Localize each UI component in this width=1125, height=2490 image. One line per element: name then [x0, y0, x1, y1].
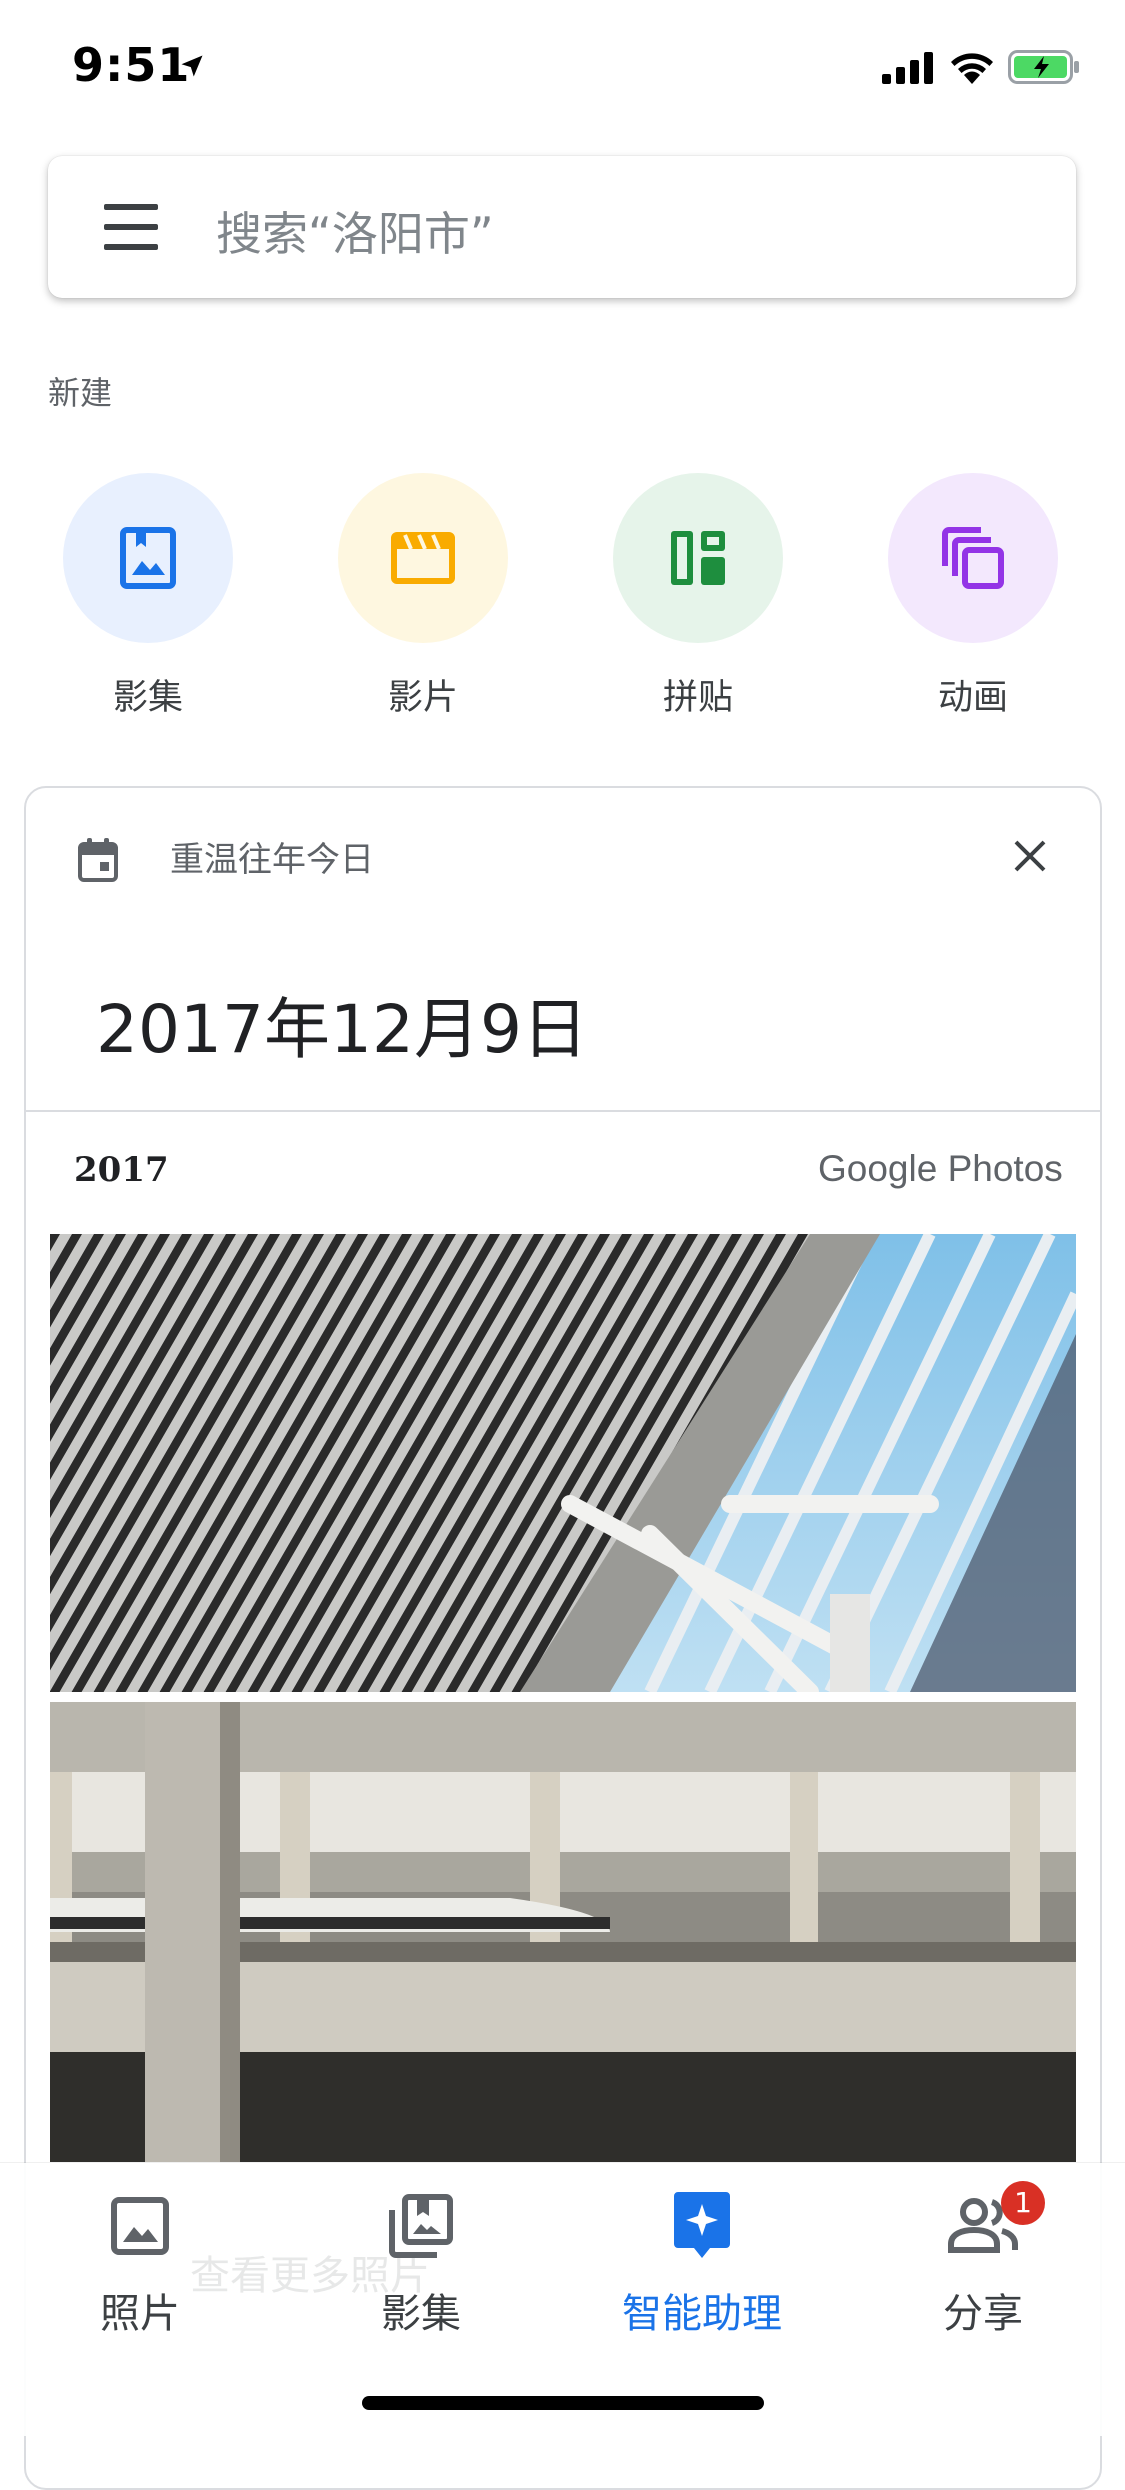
cellular-signal-icon — [882, 52, 933, 84]
train-platform-image — [50, 1702, 1076, 2162]
nav-photos-label: 照片 — [100, 2291, 180, 2337]
card-divider — [26, 1110, 1100, 1112]
albums-icon — [389, 2194, 453, 2258]
animation-icon-circle — [888, 473, 1058, 643]
collage-icon — [671, 531, 725, 585]
nav-albums-label: 影集 — [381, 2291, 461, 2337]
movie-icon — [391, 532, 455, 584]
nav-albums[interactable]: 影集 — [311, 2189, 531, 2339]
google-photos-logo: Google Photos — [818, 1148, 1063, 1189]
create-collage-label: 拼贴 — [662, 678, 733, 718]
wifi-icon — [951, 53, 993, 84]
battery-charging-icon — [1008, 50, 1079, 84]
new-section-heading: 新建 — [48, 374, 113, 412]
create-album-label: 影集 — [112, 678, 183, 718]
nav-sharing-label: 分享 — [943, 2291, 1023, 2337]
create-animation-label: 动画 — [937, 678, 1008, 718]
collage-icon-circle — [613, 473, 783, 643]
nav-assistant-label: 智能助理 — [622, 2291, 782, 2337]
nav-photos[interactable]: 照片 — [30, 2189, 250, 2339]
photo-icon — [111, 2197, 169, 2255]
memory-label: 重温往年今日 — [170, 840, 374, 880]
create-animation-button[interactable]: 动画 — [888, 473, 1058, 720]
search-input[interactable]: 搜索“洛阳市” — [216, 198, 494, 264]
status-time: 9:51 — [72, 38, 191, 92]
album-icon — [120, 527, 176, 589]
create-album-button[interactable]: 影集 — [63, 473, 233, 720]
memory-date: 2017年12月9日 — [96, 991, 588, 1068]
nav-photos-icon-wrap — [30, 2189, 250, 2263]
home-indicator[interactable] — [362, 2396, 764, 2410]
create-movie-label: 影片 — [387, 678, 458, 718]
nav-assistant-icon-wrap — [592, 2189, 812, 2263]
assistant-icon — [674, 2192, 730, 2258]
nav-albums-icon-wrap — [311, 2189, 531, 2263]
calendar-icon — [78, 838, 118, 882]
notification-badge: 1 — [1001, 2181, 1045, 2225]
create-collage-button[interactable]: 拼贴 — [613, 473, 783, 720]
close-icon[interactable] — [1012, 838, 1048, 874]
location-arrow-icon — [181, 55, 203, 77]
search-bar[interactable]: 搜索“洛阳市” — [48, 156, 1076, 298]
memory-photo[interactable] — [50, 1702, 1076, 2162]
station-roof-image — [50, 1234, 1076, 1692]
menu-icon[interactable] — [104, 204, 158, 250]
nav-assistant[interactable]: 智能助理 — [592, 2189, 812, 2339]
create-movie-button[interactable]: 影片 — [338, 473, 508, 720]
movie-icon-circle — [338, 473, 508, 643]
status-bar: 9:51 — [0, 0, 1125, 132]
memory-year: 2017 — [74, 1150, 169, 1190]
nav-sharing-icon-wrap: 1 — [873, 2181, 1093, 2263]
nav-sharing[interactable]: 1 分享 — [873, 2181, 1093, 2339]
memory-photo[interactable] — [50, 1234, 1076, 1692]
album-icon-circle — [63, 473, 233, 643]
animation-icon — [942, 527, 1004, 589]
